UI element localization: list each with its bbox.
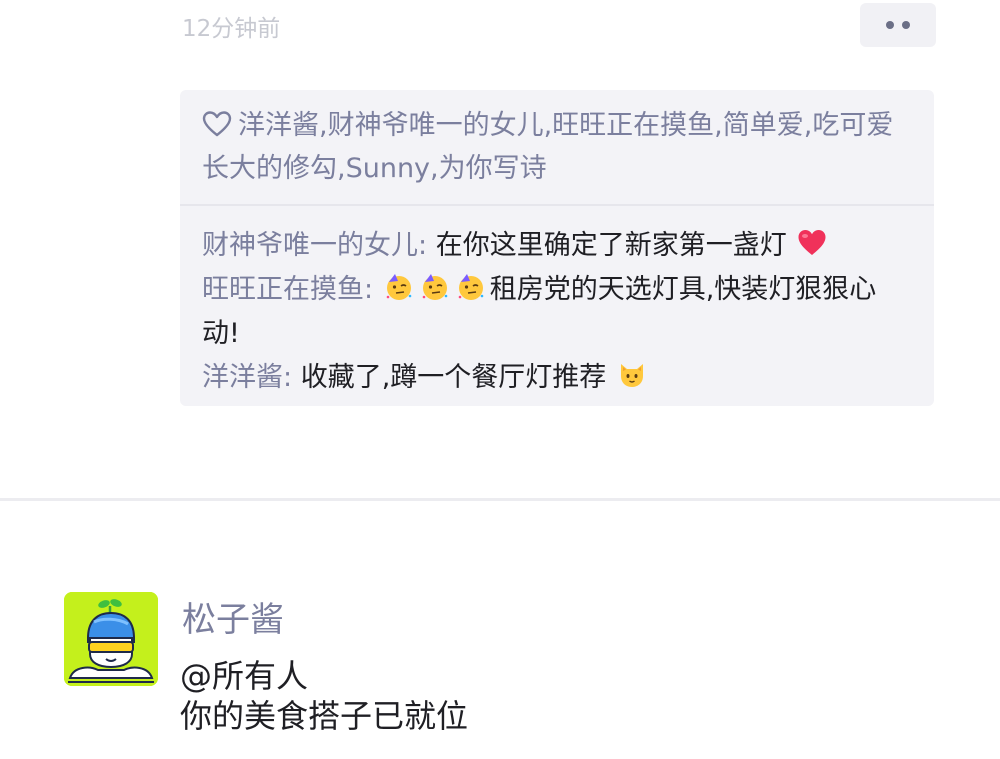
sprout-boy-avatar-icon (64, 592, 158, 686)
post-content: @所有人 你的美食搭子已就位 (180, 656, 468, 736)
likes-row: 洋洋酱,财神爷唯一的女儿,旺旺正在摸鱼,简单爱,吃可爱长大的修勾,Sunny,为… (180, 90, 934, 204)
likes-comments-box: 洋洋酱,财神爷唯一的女儿,旺旺正在摸鱼,简单爱,吃可爱长大的修勾,Sunny,为… (180, 90, 934, 406)
cat-face-emoji (620, 364, 643, 387)
partying-face-emoji (386, 274, 412, 300)
comment-text: 收藏了,蹲一个餐厅灯推荐 (300, 362, 607, 393)
partying-face-emoji (422, 274, 448, 300)
post-divider (0, 498, 1000, 501)
post-mention[interactable]: @所有人 (180, 656, 468, 696)
comment-item[interactable]: 财神爷唯一的女儿: 在你这里确定了新家第一盏灯 (202, 224, 914, 268)
red-heart-emoji (798, 230, 826, 255)
post-text-line: 你的美食搭子已就位 (180, 697, 469, 735)
comment-item[interactable]: 洋洋酱: 收藏了,蹲一个餐厅灯推荐 (202, 356, 914, 400)
more-dots-icon (902, 21, 910, 29)
comments-list: 财神爷唯一的女儿: 在你这里确定了新家第一盏灯 旺旺正在摸鱼: 租房党的天选灯具… (180, 206, 934, 400)
more-dots-icon (886, 21, 894, 29)
comment-text: 在你这里确定了新家第一盏灯 (435, 230, 787, 261)
partying-face-emoji (458, 274, 484, 300)
likes-names[interactable]: 洋洋酱,财神爷唯一的女儿,旺旺正在摸鱼,简单爱,吃可爱长大的修勾,Sunny,为… (202, 110, 893, 184)
comment-author[interactable]: 财神爷唯一的女儿: (202, 230, 427, 261)
comment-item[interactable]: 旺旺正在摸鱼: 租房党的天选灯具,快装灯狠狠心动! (202, 268, 914, 356)
comment-author[interactable]: 洋洋酱: (202, 362, 292, 393)
heart-outline-icon (202, 111, 232, 137)
avatar[interactable] (64, 592, 158, 686)
post-author-name[interactable]: 松子酱 (182, 598, 284, 642)
moments-feed: 12分钟前 洋洋酱,财神爷唯一的女儿,旺旺正在摸鱼,简单爱,吃可爱长大的修勾,S… (0, 0, 1000, 759)
comment-author[interactable]: 旺旺正在摸鱼: (202, 274, 373, 305)
more-options-button[interactable] (860, 3, 936, 47)
post-timestamp: 12分钟前 (182, 16, 281, 42)
